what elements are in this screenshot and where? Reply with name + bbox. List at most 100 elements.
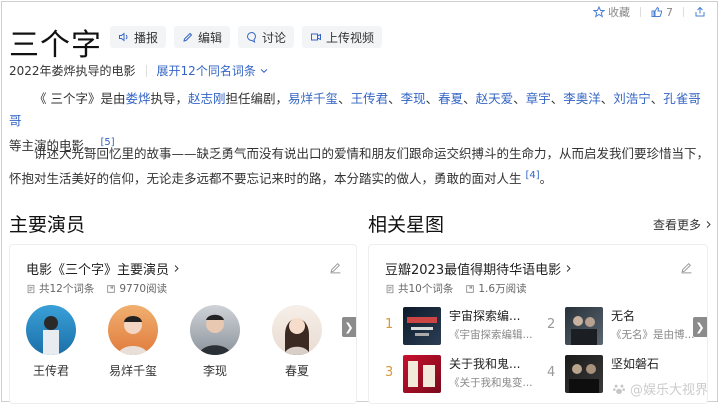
film-poster (403, 307, 441, 345)
actor-item[interactable]: 王传君 (24, 305, 78, 379)
film-title: 宇宙探索编... (449, 309, 521, 323)
reads-count: 9770阅读 (106, 281, 167, 296)
plot-paragraph: 讲述大光哥回忆里的故事——缺乏勇气而没有说出口的爱情和朋友们跟命运交织搏斗的生命… (9, 143, 711, 190)
edit-pencil-icon[interactable] (680, 261, 693, 274)
film-description: 2022年娄烨执导的电影 (9, 64, 136, 78)
film-snippet: 《关于我和鬼变... (449, 377, 533, 389)
actor-avatar (190, 305, 240, 355)
actor-link[interactable]: 王传君 (351, 91, 389, 106)
film-title: 关于我和鬼... (449, 357, 521, 371)
upload-video-label: 上传视频 (326, 30, 375, 45)
chevron-right-icon (706, 221, 711, 228)
text: 执导， (150, 91, 189, 106)
actor-link[interactable]: 易烊千玺 (288, 91, 338, 106)
thumbs-up-icon (651, 6, 662, 17)
actor-link[interactable]: 李奥洋 (563, 91, 601, 106)
actor-list: 王传君 易烊千玺 李现 春夏 (24, 305, 324, 379)
like-button[interactable]: 7 (651, 6, 673, 19)
text: 担任编剧， (225, 91, 289, 106)
actor-avatar (108, 305, 158, 355)
film-poster (565, 307, 603, 345)
writer-link[interactable]: 赵志刚 (188, 91, 226, 106)
actor-item[interactable]: 春夏 (270, 305, 324, 379)
rank-number: 4 (547, 365, 556, 380)
page-title: 三个字 (9, 28, 102, 63)
video-camera-icon (311, 33, 322, 41)
actor-item[interactable]: 李现 (188, 305, 242, 379)
text: 《 三个字》是由 (34, 91, 126, 106)
separator: 、 (513, 91, 526, 106)
ranked-film-item[interactable]: 3 关于我和鬼... 《关于我和鬼变... (385, 355, 533, 393)
film-poster (403, 355, 441, 393)
rank-number: 2 (547, 317, 556, 332)
document-icon (386, 284, 394, 293)
actor-link[interactable]: 章宇 (526, 91, 551, 106)
see-more-label: 查看更多 (652, 218, 701, 232)
edit-label: 编辑 (198, 30, 223, 45)
ranked-film-item[interactable]: 1 宇宙探索编... 《宇宙探索编辑... (385, 307, 533, 345)
upload-video-button[interactable]: 上传视频 (302, 26, 383, 48)
pencil-icon (183, 32, 193, 42)
cast-card-title-link[interactable]: 电影《三个字》主要演员 (26, 259, 181, 278)
collect-button[interactable]: 收藏 (593, 4, 630, 20)
book-icon (107, 284, 116, 293)
subtitle-row: 2022年娄烨执导的电影 展开12个同名词条 (9, 62, 269, 79)
separator: 、 (600, 91, 614, 106)
reads-label: 9770阅读 (119, 283, 168, 295)
divider (145, 64, 147, 77)
star-card-title-link[interactable]: 豆瓣2023最值得期待华语电影 (385, 259, 573, 278)
top-actions: 收藏 7 (593, 4, 706, 20)
document-icon (27, 284, 35, 293)
entries-label: 共12个词条 (39, 283, 95, 295)
watermark: @娱乐大视界 (612, 379, 708, 398)
actor-link[interactable]: 赵天爱 (476, 91, 514, 106)
star-card-title: 豆瓣2023最值得期待华语电影 (385, 263, 562, 278)
cast-card: 电影《三个字》主要演员 共12个词条 9770阅读 王传君 易烊千玺 李现 春夏… (9, 244, 357, 404)
divider (640, 7, 641, 17)
share-button[interactable] (694, 6, 706, 18)
edit-button[interactable]: 编辑 (174, 26, 231, 48)
separator: 、 (338, 91, 351, 106)
star-icon (593, 6, 605, 18)
chevron-down-icon (260, 68, 268, 73)
cast-next-button[interactable]: ❯ (342, 317, 356, 337)
actor-avatar (272, 305, 322, 355)
text: 。 (539, 171, 553, 187)
title-toolbar: 播报 编辑 讨论 上传视频 (110, 26, 383, 48)
actor-name: 李现 (202, 364, 227, 378)
reads-label: 1.6万阅读 (478, 283, 527, 295)
broadcast-button[interactable]: 播报 (110, 26, 167, 48)
film-snippet: 《宇宙探索编辑... (449, 329, 533, 341)
reference-4[interactable]: [4] (526, 170, 540, 181)
see-more-link[interactable]: 查看更多 (653, 216, 713, 233)
film-title: 坚如磐石 (611, 357, 660, 371)
discuss-button[interactable]: 讨论 (238, 26, 295, 48)
star-next-button[interactable]: ❯ (693, 317, 707, 337)
entries-label: 共10个词条 (398, 283, 454, 295)
film-title: 无名 (611, 309, 636, 323)
speaker-icon (119, 32, 128, 42)
actor-name: 王传君 (32, 364, 69, 378)
separator: 、 (425, 91, 439, 106)
film-text: 坚如磐石 (611, 355, 659, 375)
actor-item[interactable]: 易烊千玺 (106, 305, 160, 379)
actor-link[interactable]: 李现 (401, 91, 426, 106)
cast-section-title: 主要演员 (9, 214, 86, 236)
actor-link[interactable]: 春夏 (438, 91, 463, 106)
rank-number: 1 (385, 317, 394, 332)
film-text: 宇宙探索编... 《宇宙探索编辑... (449, 307, 533, 342)
discuss-label: 讨论 (262, 30, 287, 45)
broadcast-label: 播报 (134, 30, 159, 45)
chevron-right-icon (174, 265, 179, 272)
separator: 、 (650, 91, 664, 106)
entries-count: 共10个词条 (385, 281, 453, 296)
expand-homonyms-link[interactable]: 展开12个同名词条 (157, 62, 269, 79)
cast-card-title: 电影《三个字》主要演员 (26, 263, 170, 278)
director-link[interactable]: 娄烨 (125, 91, 150, 106)
edit-pencil-icon[interactable] (329, 261, 342, 274)
chevron-right-icon (566, 265, 571, 272)
ranked-film-item[interactable]: 2 无名 《无名》是由博... (547, 307, 695, 345)
entries-count: 共12个词条 (26, 281, 94, 296)
plot-text: 讲述大光哥回忆里的故事——缺乏勇气而没有说出口的爱情和朋友们跟命运交织搏斗的生命… (9, 146, 710, 187)
actor-link[interactable]: 刘浩宁 (613, 91, 651, 106)
